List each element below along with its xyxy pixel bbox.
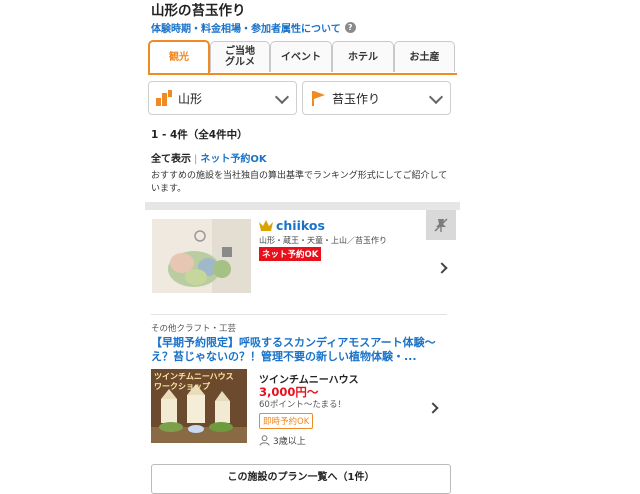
- tab-souvenir[interactable]: お土産: [394, 41, 455, 72]
- pin-icon: [434, 218, 448, 232]
- bookmark-button[interactable]: [426, 210, 456, 240]
- tab-sightseeing[interactable]: 観光: [148, 40, 210, 73]
- section-divider: [145, 202, 460, 210]
- listing-thumbnail[interactable]: [152, 219, 251, 293]
- category-tabs: 観光 ご当地 グルメ イベント ホテル お土産: [148, 40, 457, 75]
- person-icon: [259, 435, 270, 446]
- activity-select-value: 苔玉作り: [332, 91, 381, 106]
- tab-label: お土産: [409, 51, 440, 63]
- area-select[interactable]: 山形: [148, 81, 297, 115]
- filter-online-booking[interactable]: ネット予約OK: [200, 154, 266, 165]
- ranking-description: おすすめの施設を当社独自の算出基準でランキング形式にしてご紹介しています。: [151, 171, 448, 194]
- tab-event[interactable]: イベント: [270, 41, 332, 72]
- flag-icon: [312, 91, 325, 106]
- crown-icon: [259, 220, 273, 231]
- chevron-down-icon: [428, 89, 444, 105]
- filter-separator: |: [194, 154, 198, 165]
- page-column: 山形の苔玉作り 体験時期・料金相場・参加者属性について ? 観光 ご当地 グルメ…: [145, 0, 460, 494]
- info-link[interactable]: 体験時期・料金相場・参加者属性について ?: [151, 20, 356, 35]
- tab-hotel[interactable]: ホテル: [332, 41, 394, 72]
- plan-age-label: 3歳以上: [273, 437, 306, 447]
- listing-area: 山形・蔵王・天童・上山／苔玉作り: [259, 236, 387, 245]
- tab-label: ご当地 グルメ: [225, 46, 255, 68]
- help-icon[interactable]: ?: [344, 22, 356, 33]
- plan-category: その他クラフト・工芸: [151, 324, 237, 334]
- view-plans-button[interactable]: この施設のプラン一覧へ（1件）: [151, 464, 451, 494]
- listing-card[interactable]: chiikos 山形・蔵王・天童・上山／苔玉作り ネット予約OK: [145, 210, 460, 310]
- chevron-down-icon: [274, 89, 290, 105]
- filter-all[interactable]: 全て表示: [151, 154, 191, 165]
- instant-booking-badge: 即時予約OK: [259, 413, 314, 429]
- activity-select[interactable]: 苔玉作り: [302, 81, 451, 115]
- area-select-value: 山形: [178, 91, 203, 106]
- result-filter: 全て表示 | ネット予約OK: [151, 150, 267, 165]
- tab-local-gourmet[interactable]: ご当地 グルメ: [210, 41, 270, 72]
- plan-age: 3歳以上: [259, 434, 306, 447]
- plan-title[interactable]: 【早期予約限定】呼吸するスカンディアモスアート体験〜え？苔じゃないの？！管理不要…: [151, 336, 451, 364]
- listing-name[interactable]: chiikos: [276, 218, 325, 233]
- tab-label: ホテル: [348, 51, 378, 63]
- plan-points: 60ポイント〜たまる！: [259, 400, 347, 410]
- info-link-label: 体験時期・料金相場・参加者属性について: [151, 24, 341, 35]
- map-pin-icon: [156, 90, 172, 106]
- tab-label: 観光: [169, 52, 189, 63]
- workshop-image-caption: ツインチムニーハウス ワークショップ: [154, 372, 234, 391]
- online-booking-badge: ネット予約OK: [259, 247, 322, 261]
- tab-label: イベント: [281, 51, 321, 63]
- page-title: 山形の苔玉作り: [151, 3, 246, 19]
- chevron-right-icon[interactable]: [436, 262, 448, 274]
- moss-art-image: [152, 219, 251, 293]
- result-count: 1 - 4件（全4件中）: [151, 129, 248, 141]
- chevron-right-icon[interactable]: [427, 402, 439, 414]
- divider: [151, 314, 447, 315]
- plan-thumbnail[interactable]: ツインチムニーハウス ワークショップ: [151, 369, 247, 443]
